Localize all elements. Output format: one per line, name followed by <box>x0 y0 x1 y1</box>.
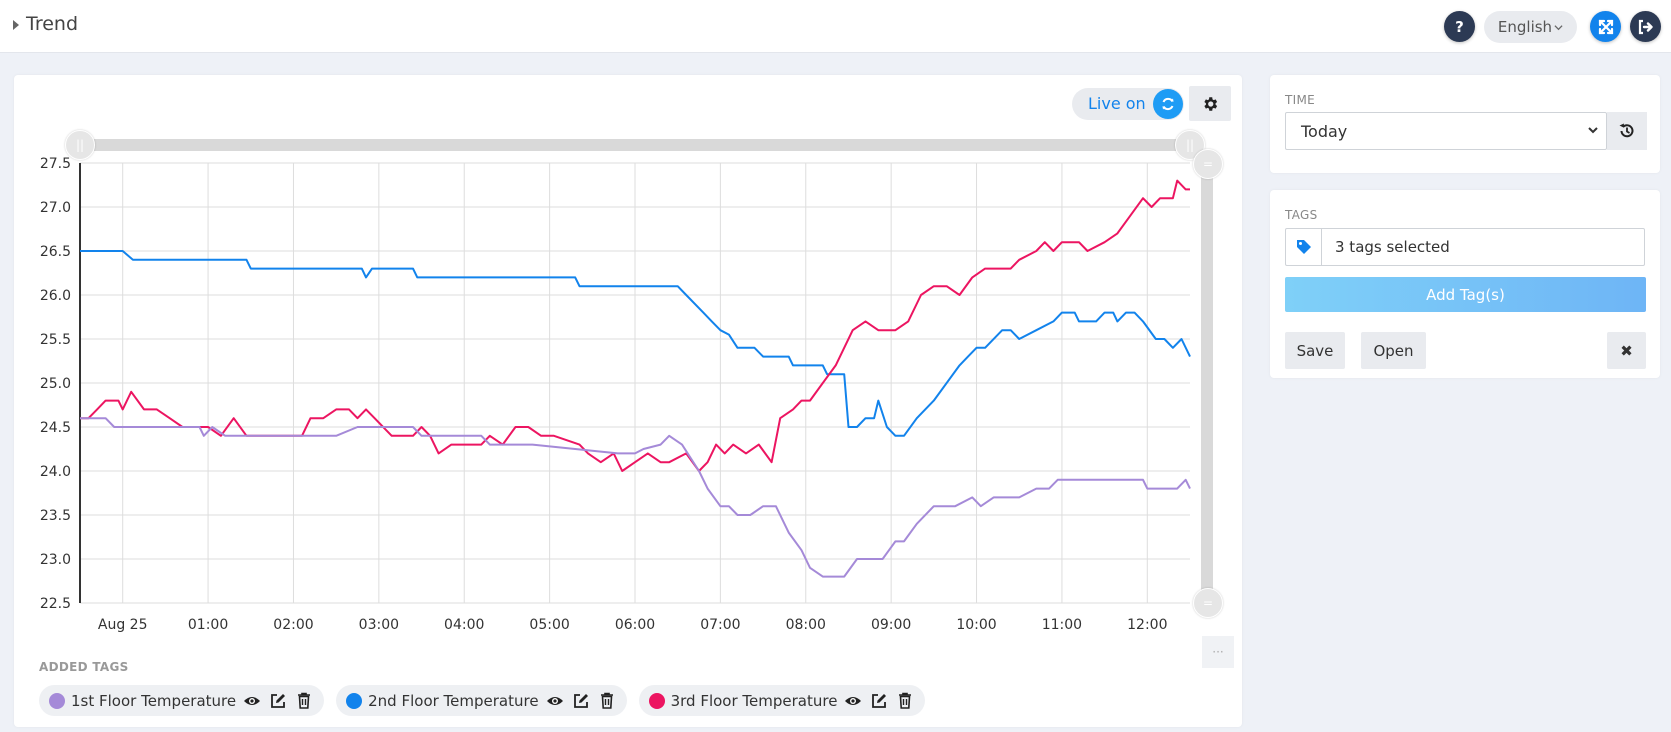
add-tags-button[interactable]: Add Tag(s) <box>1285 277 1646 312</box>
refresh-icon[interactable] <box>1153 89 1183 119</box>
tag-chip: 1st Floor Temperature <box>39 685 325 716</box>
value-bottom-handle[interactable]: = <box>1193 588 1223 618</box>
open-button[interactable]: Open <box>1361 332 1426 369</box>
series-color-dot <box>49 692 65 709</box>
gear-icon <box>1204 96 1218 111</box>
eye-icon[interactable] <box>242 691 262 711</box>
tag-chip-label: 2nd Floor Temperature <box>368 691 539 710</box>
more-options-button[interactable]: ··· <box>1202 636 1234 668</box>
eye-icon[interactable] <box>843 691 863 711</box>
added-tags-label: ADDED TAGS <box>39 660 129 674</box>
added-tags-list: 1st Floor Temperature 2nd Floor Temperat… <box>39 685 926 716</box>
trash-icon[interactable] <box>597 691 617 711</box>
series-color-dot <box>346 692 363 709</box>
tag-icon <box>1285 228 1322 266</box>
series-color-dot <box>648 692 665 709</box>
tags-section-label: TAGS <box>1285 208 1318 222</box>
trash-icon[interactable] <box>294 691 314 711</box>
fullscreen-button[interactable] <box>1590 11 1621 42</box>
history-button[interactable] <box>1607 112 1647 150</box>
caret-right-icon[interactable] <box>13 20 19 30</box>
history-icon <box>1619 123 1634 138</box>
chart-settings-button[interactable] <box>1189 86 1231 121</box>
time-range-value: Today <box>1301 121 1348 141</box>
save-button[interactable]: Save <box>1285 332 1345 369</box>
range-start-handle[interactable]: || <box>65 130 95 160</box>
time-section-label: TIME <box>1285 93 1316 107</box>
trash-icon[interactable] <box>895 691 915 711</box>
page-title: Trend <box>26 13 78 35</box>
value-top-handle[interactable]: = <box>1193 149 1223 179</box>
time-range-select[interactable]: Today <box>1285 112 1607 150</box>
eye-icon[interactable] <box>545 691 565 711</box>
edit-icon[interactable] <box>268 691 288 711</box>
value-range-slider[interactable] <box>1201 162 1213 602</box>
tags-selected-field[interactable]: 3 tags selected <box>1321 228 1645 266</box>
tag-chip: 2nd Floor Temperature <box>336 685 627 716</box>
edit-icon[interactable] <box>571 691 591 711</box>
help-button[interactable]: ? <box>1444 11 1475 42</box>
edit-icon[interactable] <box>869 691 889 711</box>
language-select[interactable]: English <box>1484 11 1577 43</box>
tag-chip-label: 1st Floor Temperature <box>71 691 237 710</box>
close-button[interactable]: ✖ <box>1607 332 1646 369</box>
sign-out-icon <box>1638 19 1653 34</box>
expand-icon <box>1598 19 1613 34</box>
logout-button[interactable] <box>1630 11 1661 42</box>
chart-panel <box>14 75 1242 727</box>
time-range-slider[interactable] <box>78 139 1190 151</box>
live-label: Live on <box>1088 94 1146 113</box>
chevron-down-icon <box>1588 127 1598 134</box>
tag-chip-label: 3rd Floor Temperature <box>670 691 838 710</box>
chevron-down-icon <box>1554 24 1563 30</box>
tag-chip: 3rd Floor Temperature <box>638 685 926 716</box>
language-label: English <box>1497 18 1553 36</box>
top-header: Trend ? English <box>0 0 1671 53</box>
